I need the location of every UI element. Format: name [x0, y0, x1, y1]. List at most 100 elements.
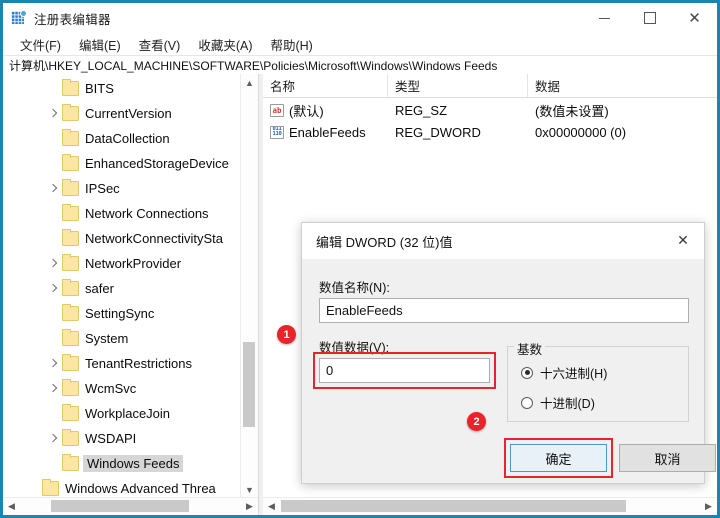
folder-icon	[62, 404, 79, 421]
scroll-right-arrow-icon[interactable]: ▶	[700, 498, 717, 515]
tree-item-label: IPSec	[85, 181, 120, 196]
address-bar[interactable]: 计算机\HKEY_LOCAL_MACHINE\SOFTWARE\Policies…	[3, 55, 717, 76]
registry-tree[interactable]: BITS CurrentVersion DataCollection Enhanced…	[3, 76, 240, 497]
folder-icon	[62, 79, 79, 96]
values-horizontal-scrollbar[interactable]: ◀ ▶	[263, 497, 717, 515]
window-controls: ✕	[582, 3, 717, 33]
title-bar: 注册表编辑器 ✕	[3, 3, 717, 33]
menu-item-4[interactable]: 收藏夹(A)	[189, 33, 261, 56]
tree-item-label: DataCollection	[85, 131, 170, 146]
close-button[interactable]: ✕	[672, 3, 717, 33]
tree-item[interactable]: NetworkConnectivitySta	[3, 226, 240, 251]
folder-icon	[62, 354, 79, 371]
menu-item-3[interactable]: 查看(V)	[130, 33, 190, 56]
tree-item-label: NetworkProvider	[85, 256, 182, 271]
tree-item-label: EnhancedStorageDevice	[85, 156, 229, 171]
radio-hexadecimal-label: 十六进制(H)	[540, 367, 608, 381]
tree-item[interactable]: TenantRestrictions	[3, 351, 240, 376]
tree-item[interactable]: System	[3, 326, 240, 351]
menu-item-1[interactable]: 文件(F)	[11, 33, 70, 56]
values-hscroll-thumb[interactable]	[281, 500, 626, 512]
annotation-badge-2: 2	[467, 412, 486, 431]
value-name-input[interactable]: EnableFeeds	[319, 298, 689, 323]
tree-item[interactable]: DataCollection	[3, 126, 240, 151]
dialog-close-button[interactable]: ✕	[662, 223, 704, 257]
tree-item-label: Network Connections	[85, 206, 209, 221]
tree-item[interactable]: Windows Feeds	[3, 451, 240, 476]
scroll-right-arrow-icon[interactable]: ▶	[241, 498, 258, 515]
folder-icon	[62, 204, 79, 221]
column-header-data[interactable]: 数据	[528, 74, 717, 97]
folder-icon	[62, 229, 79, 246]
tree-item[interactable]: NetworkProvider	[3, 251, 240, 276]
folder-icon	[62, 279, 79, 296]
tree-item[interactable]: WorkplaceJoin	[3, 401, 240, 426]
tree-item[interactable]: BITS	[3, 76, 240, 101]
tree-item[interactable]: IPSec	[3, 176, 240, 201]
table-row[interactable]: ab (默认) REG_SZ (数值未设置)	[263, 99, 717, 121]
chevron-right-icon[interactable]	[47, 357, 60, 370]
tree-item[interactable]: WcmSvc	[3, 376, 240, 401]
folder-icon	[62, 154, 79, 171]
cell-name: 011 110 EnableFeeds	[263, 125, 388, 140]
listview-header: 名称 类型 数据	[263, 74, 717, 98]
menu-item-2[interactable]: 编辑(E)	[70, 33, 130, 56]
ok-button[interactable]: 确定	[510, 444, 607, 472]
chevron-right-icon[interactable]	[47, 257, 60, 270]
radio-indicator-icon	[521, 366, 533, 379]
cancel-button[interactable]: 取消	[619, 444, 716, 472]
folder-icon	[62, 429, 79, 446]
value-data-input[interactable]: 0	[319, 358, 490, 383]
cell-data: (数值未设置)	[535, 103, 609, 119]
tree-item[interactable]: Network Connections	[3, 201, 240, 226]
reg-dword-icon: 011 110	[270, 125, 284, 139]
tree-item-label: WSDAPI	[85, 431, 137, 446]
tree-item-label: SettingSync	[85, 306, 155, 321]
radio-decimal[interactable]: 十进制(D)	[521, 393, 595, 412]
folder-icon	[62, 179, 79, 196]
menu-item-5[interactable]: 帮助(H)	[261, 33, 321, 56]
chevron-right-icon[interactable]	[47, 182, 60, 195]
folder-icon	[62, 304, 79, 321]
tree-item-label: WorkplaceJoin	[85, 406, 171, 421]
chevron-right-icon[interactable]	[47, 107, 60, 120]
cell-name: ab (默认)	[263, 101, 388, 120]
cell-data: 0x00000000 (0)	[535, 124, 627, 140]
tree-item-label: WcmSvc	[85, 381, 137, 396]
chevron-right-icon[interactable]	[47, 282, 60, 295]
tree-item[interactable]: safer	[3, 276, 240, 301]
chevron-right-icon[interactable]	[47, 382, 60, 395]
tree-vertical-scrollbar[interactable]: ▲ ▼	[240, 74, 258, 498]
cell-type: REG_DWORD	[395, 124, 481, 140]
column-header-type[interactable]: 类型	[388, 74, 528, 97]
scroll-left-arrow-icon[interactable]: ◀	[263, 498, 280, 515]
radio-decimal-label: 十进制(D)	[540, 397, 595, 411]
tree-item[interactable]: SettingSync	[3, 301, 240, 326]
scroll-down-arrow-icon[interactable]: ▼	[241, 481, 258, 498]
value-data-label: 数值数据(V):	[319, 341, 390, 355]
tree-item-label: Windows Feeds	[83, 455, 184, 472]
dialog-title: 编辑 DWORD (32 位)值	[316, 234, 453, 250]
minimize-button[interactable]	[582, 3, 627, 33]
column-header-name[interactable]: 名称	[263, 74, 388, 97]
table-row[interactable]: 011 110 EnableFeeds REG_DWORD 0x00000000 (0)	[263, 121, 717, 143]
radio-hexadecimal[interactable]: 十六进制(H)	[521, 363, 607, 382]
tree-scroll-thumb[interactable]	[243, 342, 255, 427]
tree-item[interactable]: CurrentVersion	[3, 101, 240, 126]
reg-sz-icon: ab	[270, 103, 284, 117]
scroll-left-arrow-icon[interactable]: ◀	[3, 498, 20, 515]
tree-item[interactable]: Windows Advanced Threa	[3, 476, 240, 497]
chevron-right-icon[interactable]	[47, 432, 60, 445]
annotation-badge-1: 1	[277, 325, 296, 344]
tree-horizontal-scrollbar[interactable]: ◀ ▶	[3, 497, 258, 515]
tree-item[interactable]: EnhancedStorageDevice	[3, 151, 240, 176]
scroll-up-arrow-icon[interactable]: ▲	[241, 74, 258, 91]
tree-hscroll-thumb[interactable]	[51, 500, 189, 512]
tree-item[interactable]: WSDAPI	[3, 426, 240, 451]
maximize-button[interactable]	[627, 3, 672, 33]
